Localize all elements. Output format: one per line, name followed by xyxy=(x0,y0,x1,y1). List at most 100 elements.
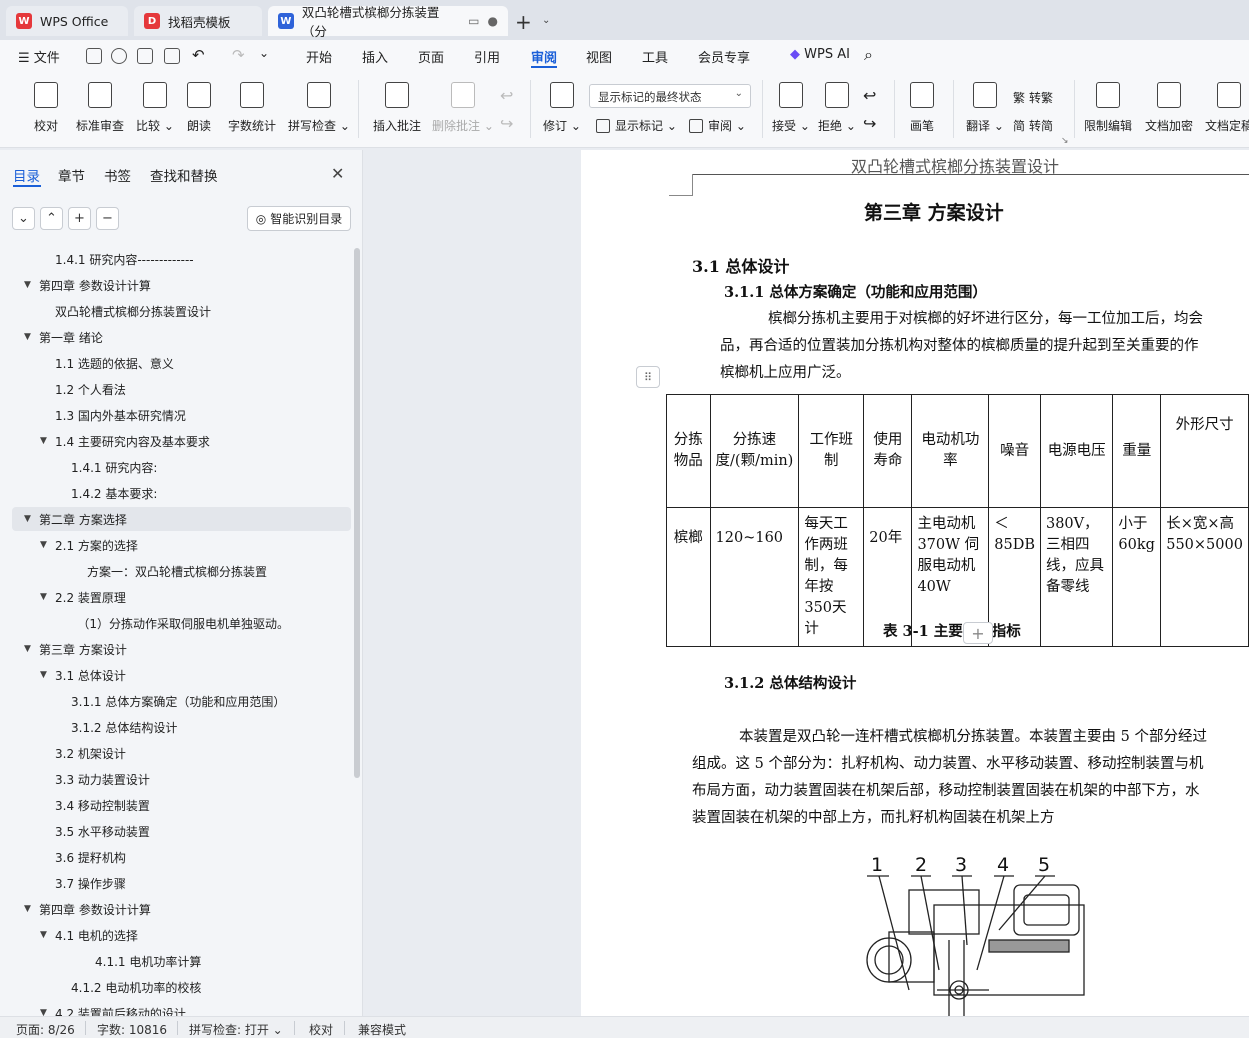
more-chevron-icon[interactable]: ⌄ xyxy=(259,46,269,60)
menu-review[interactable]: 审阅 xyxy=(531,47,557,66)
reject-button[interactable]: 拒绝 ⌄ xyxy=(818,82,856,134)
toc-item[interactable]: ▼ 第三章 方案设计 xyxy=(24,638,127,660)
toc-item[interactable]: ▼ 4.1 电机的选择 xyxy=(40,924,138,946)
expand-toggle-icon[interactable]: ▼ xyxy=(24,332,31,342)
toc-item[interactable]: 3.4 移动控制装置 xyxy=(55,794,150,816)
toc-item[interactable]: 1.3 国内外基本研究情况 xyxy=(55,404,186,426)
panel-tab-toc[interactable]: 目录 xyxy=(13,165,40,185)
next-comment-icon[interactable]: ↪ xyxy=(500,114,513,133)
tab-wps-office[interactable]: W WPS Office xyxy=(6,6,128,36)
toc-item[interactable]: 3.7 操作步骤 xyxy=(55,872,126,894)
dialog-launcher-icon[interactable]: ↘ xyxy=(1061,136,1069,146)
toc-item[interactable]: 4.1.2 电动机功率的校核 xyxy=(71,976,201,998)
word-count-indicator[interactable]: 字数: 10816 xyxy=(97,1021,167,1038)
doc-finalize-button[interactable]: 文档定稿 xyxy=(1205,82,1249,134)
proofread-button[interactable]: 校对 xyxy=(34,82,58,134)
panel-tab-chapters[interactable]: 章节 xyxy=(58,165,85,185)
expand-toggle-icon[interactable]: ▼ xyxy=(24,644,31,654)
redo-icon[interactable]: ↷ xyxy=(232,46,245,64)
toc-item[interactable]: 1.4.1 研究内容------------- xyxy=(55,248,194,270)
toc-item[interactable]: 1.4.1 研究内容: xyxy=(71,456,157,478)
proofread-indicator[interactable]: 校对 xyxy=(309,1021,333,1038)
spell-check-button[interactable]: 拼写检查 ⌄ xyxy=(288,82,350,134)
expand-toggle-icon[interactable]: ▼ xyxy=(40,592,47,602)
toc-item[interactable]: ▼ 第四章 参数设计计算 xyxy=(24,898,151,920)
unsaved-dot-icon[interactable]: ● xyxy=(488,14,498,28)
toc-item[interactable]: 1.1 选题的依据、意义 xyxy=(55,352,174,374)
toc-item[interactable]: 3.5 水平移动装置 xyxy=(55,820,150,842)
expand-toggle-icon[interactable]: ▼ xyxy=(24,904,31,914)
new-tab-icon[interactable]: + xyxy=(515,10,532,34)
menu-member[interactable]: 会员专享 xyxy=(698,47,750,66)
table-drag-handle-icon[interactable]: ⠿ xyxy=(636,366,660,388)
remove-heading-button[interactable]: − xyxy=(96,207,119,230)
word-count-button[interactable]: 字数统计 xyxy=(228,82,276,134)
delete-comment-button[interactable]: 删除批注 ⌄ xyxy=(432,82,494,134)
show-markup-button[interactable]: 显示标记 ⌄ xyxy=(596,117,677,134)
print-icon[interactable] xyxy=(137,48,153,64)
close-panel-icon[interactable]: ✕ xyxy=(331,164,344,183)
toc-item[interactable]: 3.3 动力装置设计 xyxy=(55,768,150,790)
translate-button[interactable]: 翻译 ⌄ xyxy=(966,82,1004,134)
toc-item[interactable]: 3.1.1 总体方案确定（功能和应用范围） xyxy=(71,690,285,712)
toc-item[interactable]: 1.4.2 基本要求: xyxy=(71,482,157,504)
menu-tools[interactable]: 工具 xyxy=(642,47,668,66)
insert-comment-button[interactable]: 插入批注 xyxy=(373,82,421,134)
toc-item[interactable]: ▼ 1.4 主要研究内容及基本要求 xyxy=(40,430,210,452)
toc-item[interactable]: ▼ 第四章 参数设计计算 xyxy=(24,274,151,296)
wps-ai-button[interactable]: ◆ WPS AI xyxy=(790,47,850,62)
tab-document[interactable]: W 双凸轮槽式槟榔分拣装置（分 ▭ ● xyxy=(268,5,508,39)
expand-toggle-icon[interactable]: ▼ xyxy=(40,540,47,550)
panel-tab-bookmarks[interactable]: 书签 xyxy=(104,165,131,185)
standard-review-button[interactable]: 标准审查 xyxy=(76,82,124,134)
expand-toggle-icon[interactable]: ▼ xyxy=(24,280,31,290)
accept-button[interactable]: 接受 ⌄ xyxy=(772,82,810,134)
to-traditional-button[interactable]: 繁转繁 xyxy=(1013,89,1053,106)
markup-state-select[interactable]: 显示标记的最终状态 ⌄ xyxy=(589,84,751,108)
prev-comment-icon[interactable]: ↩ xyxy=(500,86,513,105)
expand-all-button[interactable]: ⌄ xyxy=(12,207,35,230)
expand-toggle-icon[interactable]: ▼ xyxy=(40,1008,47,1016)
toc-scrollbar[interactable] xyxy=(354,248,360,778)
file-menu[interactable]: ☰ 文件 xyxy=(18,47,60,66)
toc-item[interactable]: 1.2 个人看法 xyxy=(55,378,126,400)
toc-item[interactable]: （1）分拣动作采取伺服电机单独驱动。 xyxy=(77,612,289,634)
toc-item[interactable]: 双凸轮槽式槟榔分拣装置设计 xyxy=(55,300,211,322)
add-heading-button[interactable]: + xyxy=(68,207,91,230)
toc-item[interactable]: 3.2 机架设计 xyxy=(55,742,126,764)
toc-item[interactable]: 方案一：双凸轮槽式槟榔分拣装置 xyxy=(87,560,267,582)
read-aloud-button[interactable]: 朗读 xyxy=(187,82,211,134)
expand-toggle-icon[interactable]: ▼ xyxy=(40,436,47,446)
menu-view[interactable]: 视图 xyxy=(586,47,612,66)
next-change-icon[interactable]: ↪ xyxy=(863,114,876,133)
toc-item[interactable]: ▼ 2.2 装置原理 xyxy=(40,586,126,608)
toc-item[interactable]: ▼ 2.1 方案的选择 xyxy=(40,534,138,556)
restrict-edit-button[interactable]: 限制编辑 xyxy=(1084,82,1132,134)
revise-button[interactable]: 修订 ⌄ xyxy=(543,82,581,134)
menu-reference[interactable]: 引用 xyxy=(474,47,500,66)
toc-item[interactable]: ▼ 第二章 方案选择 xyxy=(24,508,127,530)
toc-item[interactable]: 3.1.2 总体结构设计 xyxy=(71,716,177,738)
toc-item[interactable]: 4.1.1 电机功率计算 xyxy=(95,950,201,972)
save-icon[interactable] xyxy=(86,48,102,64)
toc-item[interactable]: ▼ 4.2 装置前后移动的设计 xyxy=(40,1002,186,1017)
to-simplified-button[interactable]: 简转简 xyxy=(1013,117,1053,134)
review-pane-button[interactable]: 审阅 ⌄ xyxy=(689,117,746,134)
tab-docer-templates[interactable]: D 找稻壳模板 xyxy=(134,6,262,36)
collapse-all-button[interactable]: ⌃ xyxy=(40,207,63,230)
expand-toggle-icon[interactable]: ▼ xyxy=(40,670,47,680)
expand-toggle-icon[interactable]: ▼ xyxy=(40,930,47,940)
spell-check-indicator[interactable]: 拼写检查: 打开 ⌄ xyxy=(189,1021,283,1038)
pen-button[interactable]: 画笔 xyxy=(910,82,934,134)
monitor-icon[interactable]: ▭ xyxy=(468,14,479,28)
compare-button[interactable]: 比较 ⌄ xyxy=(136,82,174,134)
menu-insert[interactable]: 插入 xyxy=(362,47,388,66)
toc-item[interactable]: 3.6 提籽机构 xyxy=(55,846,126,868)
toc-item[interactable]: ▼ 3.1 总体设计 xyxy=(40,664,126,686)
page-indicator[interactable]: 页面: 8/26 xyxy=(16,1021,75,1038)
toc-item[interactable]: ▼ 第一章 绪论 xyxy=(24,326,103,348)
chevron-down-icon[interactable]: ⌄ xyxy=(542,15,550,26)
menu-home[interactable]: 开始 xyxy=(306,47,332,66)
search-icon[interactable]: ⌕ xyxy=(864,45,873,65)
expand-toggle-icon[interactable]: ▼ xyxy=(24,514,31,524)
